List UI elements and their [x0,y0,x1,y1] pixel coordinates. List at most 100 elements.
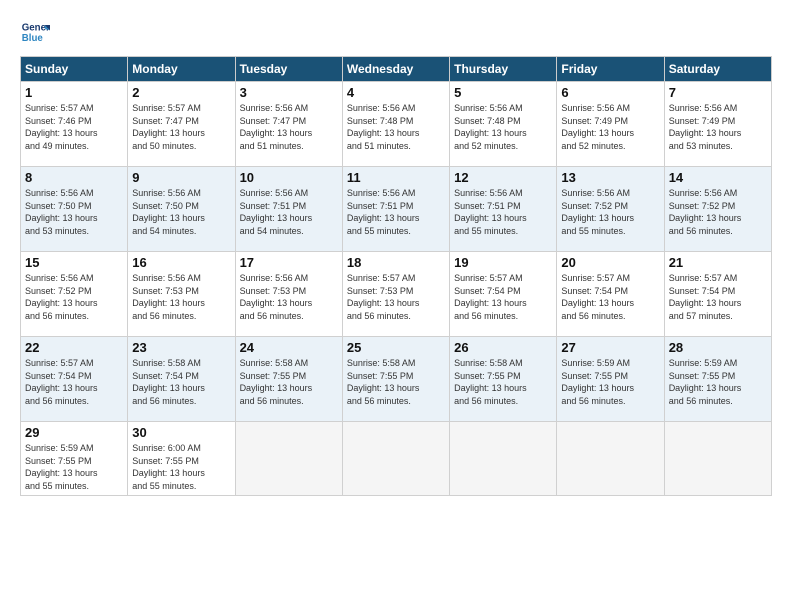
calendar-cell [450,422,557,496]
logo: General Blue [20,18,54,48]
weekday-header-sunday: Sunday [21,57,128,82]
calendar-cell: 17 Sunrise: 5:56 AM Sunset: 7:53 PM Dayli… [235,252,342,337]
day-info: Sunrise: 5:56 AM Sunset: 7:51 PM Dayligh… [454,187,552,237]
calendar-cell: 20 Sunrise: 5:57 AM Sunset: 7:54 PM Dayli… [557,252,664,337]
calendar-cell: 8 Sunrise: 5:56 AM Sunset: 7:50 PM Daylig… [21,167,128,252]
calendar-table: SundayMondayTuesdayWednesdayThursdayFrid… [20,56,772,496]
calendar-cell: 28 Sunrise: 5:59 AM Sunset: 7:55 PM Dayli… [664,337,771,422]
day-info: Sunrise: 5:56 AM Sunset: 7:53 PM Dayligh… [132,272,230,322]
day-number: 4 [347,85,445,100]
day-info: Sunrise: 5:57 AM Sunset: 7:54 PM Dayligh… [454,272,552,322]
day-info: Sunrise: 5:57 AM Sunset: 7:46 PM Dayligh… [25,102,123,152]
day-number: 3 [240,85,338,100]
day-number: 7 [669,85,767,100]
day-info: Sunrise: 5:59 AM Sunset: 7:55 PM Dayligh… [561,357,659,407]
calendar-cell [235,422,342,496]
day-number: 19 [454,255,552,270]
day-number: 27 [561,340,659,355]
weekday-header-tuesday: Tuesday [235,57,342,82]
calendar-cell: 18 Sunrise: 5:57 AM Sunset: 7:53 PM Dayli… [342,252,449,337]
day-number: 16 [132,255,230,270]
calendar-cell: 19 Sunrise: 5:57 AM Sunset: 7:54 PM Dayli… [450,252,557,337]
day-number: 5 [454,85,552,100]
calendar-cell: 12 Sunrise: 5:56 AM Sunset: 7:51 PM Dayli… [450,167,557,252]
day-info: Sunrise: 5:56 AM Sunset: 7:50 PM Dayligh… [25,187,123,237]
calendar-cell [664,422,771,496]
day-info: Sunrise: 5:57 AM Sunset: 7:54 PM Dayligh… [669,272,767,322]
day-info: Sunrise: 5:56 AM Sunset: 7:52 PM Dayligh… [669,187,767,237]
day-info: Sunrise: 5:56 AM Sunset: 7:47 PM Dayligh… [240,102,338,152]
day-number: 24 [240,340,338,355]
day-info: Sunrise: 5:56 AM Sunset: 7:51 PM Dayligh… [240,187,338,237]
day-number: 1 [25,85,123,100]
day-number: 22 [25,340,123,355]
calendar-cell: 2Sunrise: 5:57 AM Sunset: 7:47 PM Daylig… [128,82,235,167]
day-info: Sunrise: 5:57 AM Sunset: 7:54 PM Dayligh… [25,357,123,407]
day-number: 6 [561,85,659,100]
weekday-header-monday: Monday [128,57,235,82]
day-info: Sunrise: 5:57 AM Sunset: 7:53 PM Dayligh… [347,272,445,322]
calendar-cell: 11 Sunrise: 5:56 AM Sunset: 7:51 PM Dayli… [342,167,449,252]
svg-text:Blue: Blue [22,33,44,44]
day-number: 23 [132,340,230,355]
day-info: Sunrise: 5:56 AM Sunset: 7:49 PM Dayligh… [669,102,767,152]
day-number: 12 [454,170,552,185]
day-info: Sunrise: 5:56 AM Sunset: 7:51 PM Dayligh… [347,187,445,237]
calendar-cell: 3 Sunrise: 5:56 AM Sunset: 7:47 PM Daylig… [235,82,342,167]
calendar-cell: 15 Sunrise: 5:56 AM Sunset: 7:52 PM Dayli… [21,252,128,337]
calendar-cell: 24 Sunrise: 5:58 AM Sunset: 7:55 PM Dayli… [235,337,342,422]
calendar-cell: 5 Sunrise: 5:56 AM Sunset: 7:48 PM Daylig… [450,82,557,167]
day-info: Sunrise: 5:58 AM Sunset: 7:55 PM Dayligh… [454,357,552,407]
calendar-cell: 14 Sunrise: 5:56 AM Sunset: 7:52 PM Dayli… [664,167,771,252]
day-info: Sunrise: 5:56 AM Sunset: 7:49 PM Dayligh… [561,102,659,152]
day-info: Sunrise: 5:58 AM Sunset: 7:55 PM Dayligh… [240,357,338,407]
calendar-cell: 27 Sunrise: 5:59 AM Sunset: 7:55 PM Dayli… [557,337,664,422]
day-number: 21 [669,255,767,270]
day-number: 14 [669,170,767,185]
calendar-cell: 26 Sunrise: 5:58 AM Sunset: 7:55 PM Dayli… [450,337,557,422]
day-number: 13 [561,170,659,185]
calendar-cell [342,422,449,496]
calendar-cell: 9 Sunrise: 5:56 AM Sunset: 7:50 PM Daylig… [128,167,235,252]
calendar-cell: 4 Sunrise: 5:56 AM Sunset: 7:48 PM Daylig… [342,82,449,167]
day-number: 15 [25,255,123,270]
day-number: 29 [25,425,123,440]
calendar-cell: 23 Sunrise: 5:58 AM Sunset: 7:54 PM Dayli… [128,337,235,422]
day-info: Sunrise: 5:59 AM Sunset: 7:55 PM Dayligh… [669,357,767,407]
weekday-header-saturday: Saturday [664,57,771,82]
day-info: Sunrise: 5:56 AM Sunset: 7:50 PM Dayligh… [132,187,230,237]
calendar-cell [557,422,664,496]
day-info: Sunrise: 5:56 AM Sunset: 7:53 PM Dayligh… [240,272,338,322]
calendar-cell: 1 Sunrise: 5:57 AM Sunset: 7:46 PM Daylig… [21,82,128,167]
weekday-header-wednesday: Wednesday [342,57,449,82]
calendar-cell: 13Sunrise: 5:56 AM Sunset: 7:52 PM Dayli… [557,167,664,252]
calendar-cell: 22 Sunrise: 5:57 AM Sunset: 7:54 PM Dayli… [21,337,128,422]
day-info: Sunrise: 5:58 AM Sunset: 7:54 PM Dayligh… [132,357,230,407]
weekday-header-thursday: Thursday [450,57,557,82]
day-number: 30 [132,425,230,440]
day-number: 26 [454,340,552,355]
day-number: 18 [347,255,445,270]
day-info: Sunrise: 5:57 AM Sunset: 7:47 PM Dayligh… [132,102,230,152]
weekday-header-friday: Friday [557,57,664,82]
day-info: Sunrise: 5:57 AM Sunset: 7:54 PM Dayligh… [561,272,659,322]
day-info: Sunrise: 5:58 AM Sunset: 7:55 PM Dayligh… [347,357,445,407]
day-number: 17 [240,255,338,270]
day-info: Sunrise: 6:00 AM Sunset: 7:55 PM Dayligh… [132,442,230,492]
calendar-cell: 7 Sunrise: 5:56 AM Sunset: 7:49 PM Daylig… [664,82,771,167]
calendar-cell: 29Sunrise: 5:59 AM Sunset: 7:55 PM Dayli… [21,422,128,496]
calendar-cell: 25 Sunrise: 5:58 AM Sunset: 7:55 PM Dayli… [342,337,449,422]
day-number: 28 [669,340,767,355]
calendar-cell: 6 Sunrise: 5:56 AM Sunset: 7:49 PM Daylig… [557,82,664,167]
day-info: Sunrise: 5:56 AM Sunset: 7:52 PM Dayligh… [25,272,123,322]
day-number: 11 [347,170,445,185]
day-number: 8 [25,170,123,185]
day-info: Sunrise: 5:56 AM Sunset: 7:48 PM Dayligh… [454,102,552,152]
day-number: 25 [347,340,445,355]
day-number: 9 [132,170,230,185]
calendar-cell: 30 Sunrise: 6:00 AM Sunset: 7:55 PM Dayli… [128,422,235,496]
day-number: 20 [561,255,659,270]
calendar-cell: 10Sunrise: 5:56 AM Sunset: 7:51 PM Dayli… [235,167,342,252]
logo-icon: General Blue [20,18,50,48]
day-info: Sunrise: 5:56 AM Sunset: 7:48 PM Dayligh… [347,102,445,152]
